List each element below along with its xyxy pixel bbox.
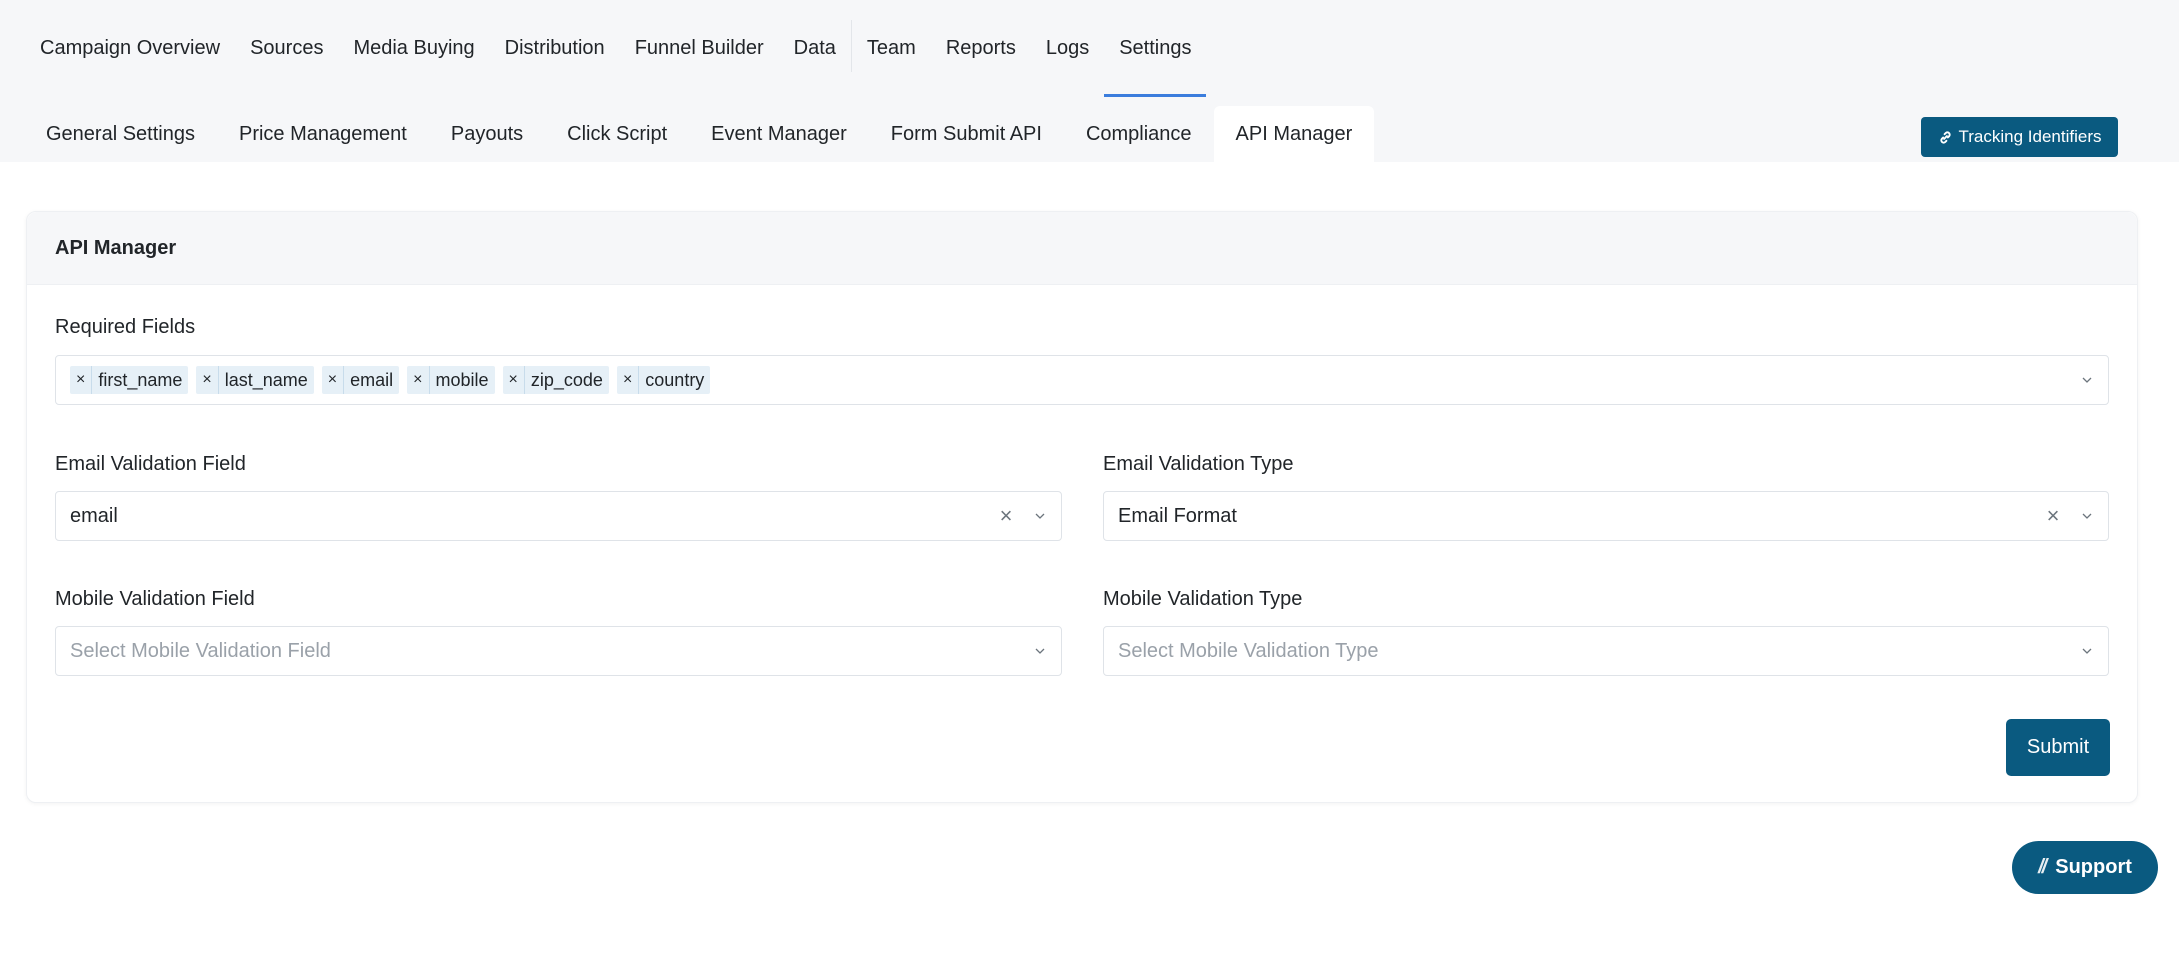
top-navigation-area: Campaign Overview Sources Media Buying D… <box>0 0 2179 162</box>
tracking-identifiers-button[interactable]: Tracking Identifiers <box>1921 117 2118 157</box>
field-tag-label: first_name <box>98 369 183 390</box>
nav-item-reports[interactable]: Reports <box>931 0 1031 97</box>
tracking-identifiers-label: Tracking Identifiers <box>1958 127 2102 146</box>
remove-tag-icon[interactable]: × <box>70 366 93 394</box>
tab-payouts[interactable]: Payouts <box>429 106 545 162</box>
email-validation-field-label: Email Validation Field <box>55 453 246 475</box>
clear-icon[interactable]: × <box>989 503 1023 529</box>
chevron-down-icon[interactable] <box>2070 627 2104 675</box>
field-tag: × first_name <box>70 366 189 394</box>
tab-click-script[interactable]: Click Script <box>545 106 689 162</box>
nav-item-settings[interactable]: Settings <box>1104 0 1207 97</box>
email-validation-field-select[interactable]: email × <box>55 491 1062 541</box>
submit-button[interactable]: Submit <box>2006 719 2110 776</box>
chevron-down-icon[interactable] <box>2070 492 2104 540</box>
field-tag: × zip_code <box>502 366 609 394</box>
mobile-validation-field-select[interactable]: Select Mobile Validation Field <box>55 626 1062 676</box>
field-tag: × email <box>321 366 400 394</box>
support-icon: // <box>2038 856 2047 878</box>
tab-compliance[interactable]: Compliance <box>1064 106 1214 162</box>
nav-item-campaign-overview[interactable]: Campaign Overview <box>25 0 235 97</box>
support-label: Support <box>2055 856 2132 878</box>
remove-tag-icon[interactable]: × <box>407 366 430 394</box>
tab-general-settings[interactable]: General Settings <box>24 106 217 162</box>
email-validation-type-select[interactable]: Email Format × <box>1103 491 2109 541</box>
remove-tag-icon[interactable]: × <box>322 366 345 394</box>
field-tag: × country <box>616 366 711 394</box>
field-tag: × last_name <box>196 366 314 394</box>
tab-event-manager[interactable]: Event Manager <box>689 106 869 162</box>
remove-tag-icon[interactable]: × <box>196 366 219 394</box>
primary-nav: Campaign Overview Sources Media Buying D… <box>25 0 1207 97</box>
field-tag: × mobile <box>407 366 495 394</box>
tab-price-management[interactable]: Price Management <box>217 106 429 162</box>
field-tag-label: country <box>645 369 705 390</box>
tab-api-manager[interactable]: API Manager <box>1213 106 1375 162</box>
mobile-validation-type-select[interactable]: Select Mobile Validation Type <box>1103 626 2109 676</box>
support-button[interactable]: // Support <box>2012 841 2158 894</box>
required-fields-tags: × first_name × last_name × email × mobile × zip_c… <box>70 366 2070 394</box>
email-validation-type-value: Email Format <box>1118 504 1237 527</box>
mobile-validation-type-placeholder: Select Mobile Validation Type <box>1118 639 1379 662</box>
required-fields-multiselect[interactable]: × first_name × last_name × email × mobile × zip_c… <box>55 355 2109 405</box>
email-validation-type-label: Email Validation Type <box>1103 453 1294 475</box>
field-tag-label: last_name <box>224 369 308 390</box>
api-manager-card: API Manager Required Fields × first_name ×… <box>26 211 2138 803</box>
nav-item-logs[interactable]: Logs <box>1031 0 1104 97</box>
settings-tabs: General Settings Price Management Payout… <box>24 106 1375 162</box>
remove-tag-icon[interactable]: × <box>503 366 525 394</box>
chevron-down-icon[interactable] <box>1023 627 1057 675</box>
field-tag-label: email <box>350 369 394 390</box>
nav-item-data[interactable]: Data <box>779 0 851 97</box>
mobile-validation-field-placeholder: Select Mobile Validation Field <box>70 639 331 662</box>
chevron-down-icon[interactable] <box>1023 492 1057 540</box>
mobile-validation-field-label: Mobile Validation Field <box>55 588 255 610</box>
remove-tag-icon[interactable]: × <box>617 366 640 394</box>
nav-item-funnel-builder[interactable]: Funnel Builder <box>620 0 779 97</box>
mobile-validation-type-label: Mobile Validation Type <box>1103 588 1303 610</box>
chevron-down-icon[interactable] <box>2070 356 2104 404</box>
tab-form-submit-api[interactable]: Form Submit API <box>869 106 1064 162</box>
nav-item-sources[interactable]: Sources <box>235 0 338 97</box>
nav-item-team[interactable]: Team <box>852 0 931 97</box>
field-tag-label: zip_code <box>530 369 603 390</box>
nav-item-distribution[interactable]: Distribution <box>490 0 620 97</box>
nav-item-media-buying[interactable]: Media Buying <box>338 0 489 97</box>
field-tag-label: mobile <box>435 369 489 390</box>
card-title: API Manager <box>27 212 2137 285</box>
link-icon <box>1939 130 1951 144</box>
email-validation-field-value: email <box>70 504 118 527</box>
required-fields-label: Required Fields <box>55 316 196 338</box>
clear-icon[interactable]: × <box>2036 503 2070 529</box>
